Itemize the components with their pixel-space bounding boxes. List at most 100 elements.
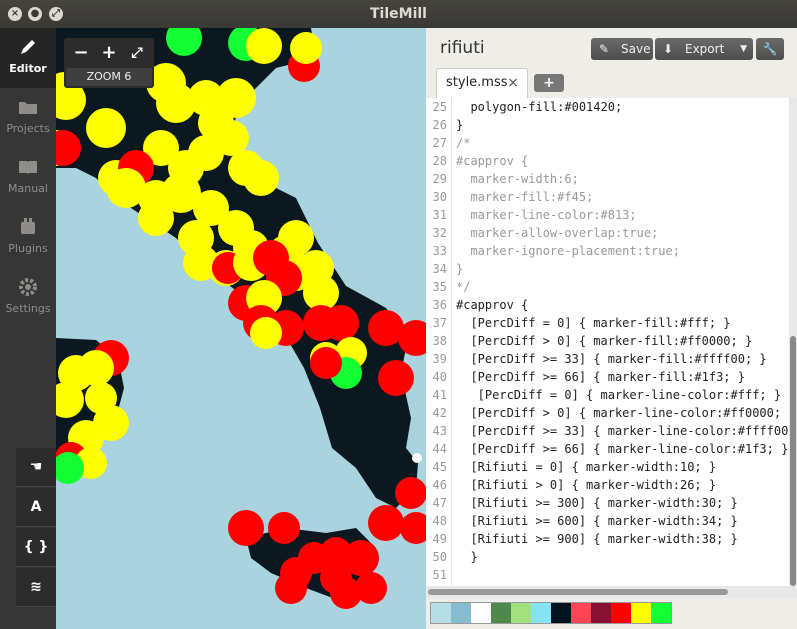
export-label: Export xyxy=(685,42,725,56)
code-tool-button[interactable]: { } xyxy=(16,528,56,567)
color-swatch[interactable] xyxy=(471,603,491,623)
title-bar: × ● ⤢ TileMill xyxy=(0,0,797,28)
horizontal-scrollbar[interactable] xyxy=(426,586,789,598)
map-marker xyxy=(246,28,282,64)
line-number: 41 xyxy=(432,388,447,402)
line-text: [PercDiff > 0] { marker-line-color:#ff00… xyxy=(456,406,789,420)
project-title: rifiuti xyxy=(440,38,485,58)
line-number: 46 xyxy=(432,478,447,492)
map-marker xyxy=(323,305,359,341)
zoom-control: − + ⤢ ZOOM 6 xyxy=(64,38,154,88)
wrench-icon: 🔧 xyxy=(762,42,778,56)
vertical-scrollbar[interactable] xyxy=(789,98,797,598)
line-text: #capprov { xyxy=(456,154,529,168)
zoom-in-button[interactable]: + xyxy=(96,40,122,66)
scroll-thumb[interactable] xyxy=(790,336,796,586)
line-number: 42 xyxy=(432,406,447,420)
map-marker xyxy=(378,360,414,396)
save-button[interactable]: ✎ Save xyxy=(591,38,653,60)
line-text: marker-line-color:#813; xyxy=(456,208,637,222)
line-text: [PercDiff > 0] { marker-fill:#ff0000; } xyxy=(456,334,753,348)
editor-panel: rifiuti ✎ Save ⬇ Export ▼ 🔧 style.mss × … xyxy=(426,28,797,629)
line-text: [Rifiuti >= 600] { marker-width:34; } xyxy=(456,514,738,528)
line-text: #capprov { xyxy=(456,298,529,312)
map-canvas[interactable] xyxy=(56,28,426,629)
tab-label: style.mss xyxy=(446,75,508,90)
sidebar-item-projects[interactable]: Projects xyxy=(0,88,56,148)
color-swatch[interactable] xyxy=(431,603,451,623)
sidebar-item-plugins[interactable]: Plugins xyxy=(0,208,56,268)
map-view[interactable]: − + ⤢ ZOOM 6 xyxy=(56,28,426,629)
line-text: marker-allow-overlap:true; xyxy=(456,226,659,240)
pointer-tool-button[interactable]: ☚ xyxy=(16,448,56,487)
line-number: 33 xyxy=(432,244,447,258)
sidebar-item-label: Manual xyxy=(8,182,48,195)
line-number: 38 xyxy=(432,334,447,348)
line-number: 26 xyxy=(432,118,447,132)
sidebar-item-label: Projects xyxy=(6,122,50,135)
map-marker xyxy=(395,477,426,509)
color-swatch[interactable] xyxy=(491,603,511,623)
line-number: 25 xyxy=(432,100,447,114)
line-text: [PercDiff >= 66] { marker-fill:#1f3; } xyxy=(456,370,745,384)
tab-style-mss[interactable]: style.mss × xyxy=(436,68,528,99)
chevron-down-icon: ▼ xyxy=(740,44,747,54)
line-text: [PercDiff = 0] { marker-line-color:#fff;… xyxy=(456,388,782,402)
layers-tool-button[interactable]: ≋ xyxy=(16,568,56,607)
download-icon: ⬇ xyxy=(663,42,674,56)
line-text: [PercDiff >= 66] { marker-line-color:#1f… xyxy=(456,442,789,456)
sidebar-item-label: Editor xyxy=(9,62,47,75)
tab-bar: style.mss × + xyxy=(426,68,797,99)
color-swatch[interactable] xyxy=(591,603,611,623)
color-swatch[interactable] xyxy=(451,603,471,623)
line-text: polygon-fill:#001420; xyxy=(456,100,623,114)
zoom-out-button[interactable]: − xyxy=(68,40,94,66)
color-swatch[interactable] xyxy=(611,603,631,623)
line-text: [PercDiff = 0] { marker-fill:#fff; } xyxy=(456,316,731,330)
line-number: 40 xyxy=(432,370,447,384)
map-marker xyxy=(268,512,300,544)
pencil-icon: ✎ xyxy=(599,42,610,56)
settings-wrench-button[interactable]: 🔧 xyxy=(756,38,784,60)
color-swatch[interactable] xyxy=(631,603,651,623)
sidebar-item-label: Settings xyxy=(5,302,51,315)
line-text: } xyxy=(456,262,464,276)
scroll-thumb[interactable] xyxy=(428,589,728,595)
map-marker xyxy=(188,135,224,171)
map-marker xyxy=(330,577,362,609)
line-number: 45 xyxy=(432,460,447,474)
line-text: */ xyxy=(456,280,471,294)
color-swatch[interactable] xyxy=(531,603,551,623)
fullscreen-button[interactable]: ⤢ xyxy=(124,40,150,66)
sidebar-item-settings[interactable]: Settings xyxy=(0,268,56,328)
font-tool-button[interactable]: A xyxy=(16,488,56,527)
close-icon[interactable]: × xyxy=(507,69,519,97)
line-text: [PercDiff >= 33] { marker-fill:#ffff00; … xyxy=(456,352,767,366)
export-button[interactable]: ⬇ Export ▼ xyxy=(655,38,753,60)
code-editor[interactable]: 25 polygon-fill:#001420; 26} 27 /* 28 #cappro… xyxy=(426,98,789,598)
color-swatch[interactable] xyxy=(551,603,571,623)
pencil-icon xyxy=(21,40,35,54)
color-swatch[interactable] xyxy=(571,603,591,623)
line-text: [Rifiuti >= 900] { marker-width:38; } xyxy=(456,532,738,546)
add-tab-button[interactable]: + xyxy=(534,74,564,92)
line-text: } xyxy=(456,550,478,564)
map-marker xyxy=(310,347,342,379)
line-number: 39 xyxy=(432,352,447,366)
sidebar-item-manual[interactable]: Manual xyxy=(0,148,56,208)
line-number: 36 xyxy=(432,298,447,312)
color-swatch[interactable] xyxy=(511,603,531,623)
zoom-level-label: ZOOM 6 xyxy=(66,68,152,86)
sidebar-item-label: Plugins xyxy=(8,242,48,255)
gear-icon xyxy=(19,278,37,296)
line-text: [Rifiuti = 0] { marker-width:10; } xyxy=(456,460,717,474)
map-marker xyxy=(290,32,322,64)
line-number: 43 xyxy=(432,424,447,438)
line-number: 27 xyxy=(432,136,447,150)
line-text: /* xyxy=(456,136,471,150)
sidebar-item-editor[interactable]: Editor xyxy=(0,28,56,88)
map-marker xyxy=(86,108,126,148)
line-number: 47 xyxy=(432,496,447,510)
color-swatch[interactable] xyxy=(651,603,671,623)
sidebar: Editor Projects Manual Plugins Settings … xyxy=(0,28,56,629)
